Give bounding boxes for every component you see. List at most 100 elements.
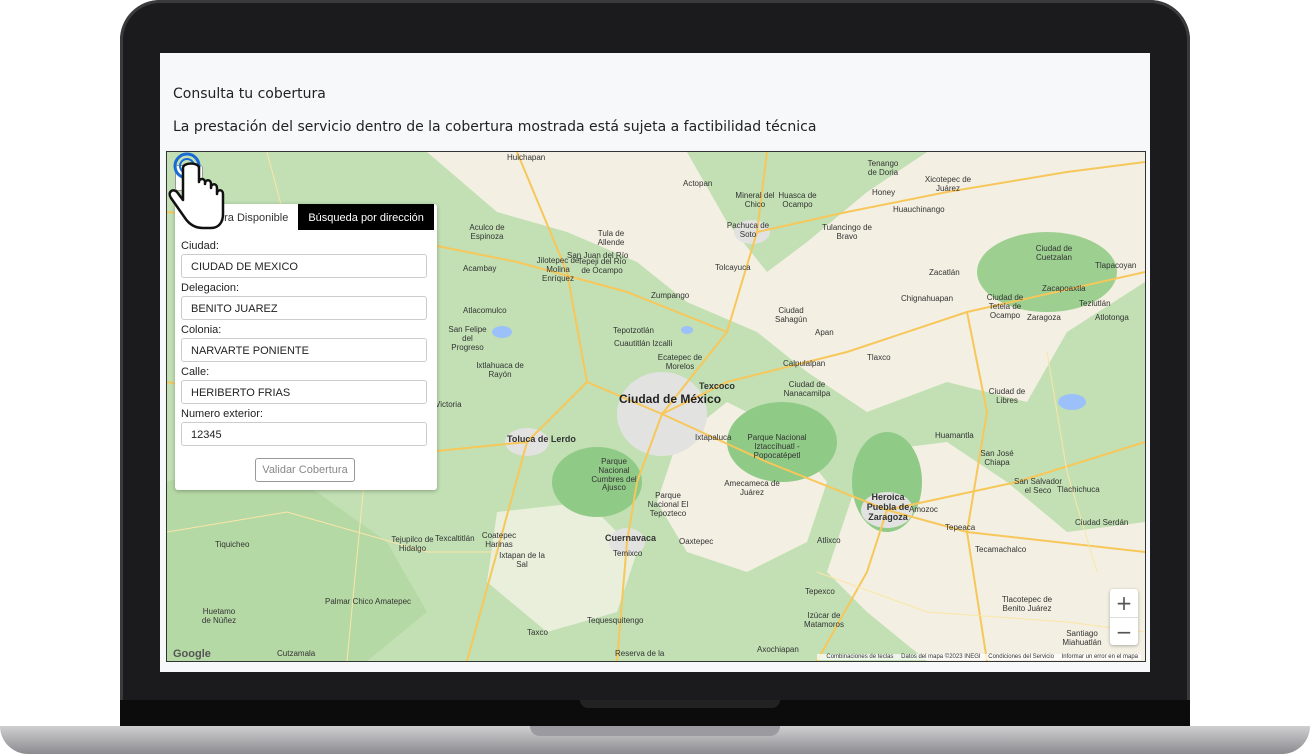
- map-label-amecameca: Amecameca de Juárez: [724, 479, 780, 497]
- calle-label: Calle:: [181, 366, 210, 378]
- map-label-chignahuapan: Chignahuapan: [901, 294, 954, 303]
- map-label-amozoc: Amozoc: [909, 505, 938, 514]
- validar-cobertura-button[interactable]: Validar Cobertura: [255, 458, 355, 482]
- map-label-temixco: Temixco: [613, 549, 643, 558]
- map-label-tiquicheo: Tiquicheo: [215, 540, 250, 549]
- map-label-tula: Tula de Allende: [597, 229, 625, 247]
- map-label-ciudad-serdan: Ciudad Serdán: [1075, 518, 1129, 527]
- map-label-cumbres: Parque Nacional Cumbres del Ajusco: [591, 457, 637, 493]
- map-label-tlaxco: Tlaxco: [867, 353, 891, 362]
- map-label-texcoco: Texcoco: [699, 381, 735, 391]
- map-label-calpulalpan: Calpulalpan: [783, 359, 826, 368]
- map-label-ixtlahuaca: Ixtlahuaca de Rayón: [476, 361, 524, 379]
- report-error-link[interactable]: Informar un error en el mapa: [1062, 654, 1138, 660]
- map-label-tequesquitengo: Tequesquitengo: [587, 616, 644, 625]
- map-label-huauchinango: Huauchinango: [893, 205, 945, 214]
- map-label-nanacamilpa: Ciudad de Nanacamilpa: [783, 380, 831, 398]
- map-label-zacapoaxtla: Zacapoaxtla: [1042, 284, 1086, 293]
- map-label-tlapacoyan: Tlapacoyan: [1095, 261, 1137, 270]
- map-label-axochiapan: Axochiapan: [757, 645, 799, 654]
- map-data-text: Datos del mapa ©2023 INEGI: [901, 654, 981, 660]
- colonia-field[interactable]: NARVARTE PONIENTE: [181, 338, 427, 362]
- map-label-tepozteco: Parque Nacional El Tepozteco: [647, 491, 689, 518]
- map-label-huamantla: Huamantla: [935, 431, 974, 440]
- tab-busqueda-direccion[interactable]: Búsqueda por dirección: [298, 204, 434, 230]
- screen: Consulta tu cobertura La prestación del …: [160, 53, 1150, 672]
- map-label-tecamachalco: Tecamachalco: [975, 545, 1027, 554]
- map-label-teziutlan: Teziutlán: [1079, 299, 1111, 308]
- map-label-tequisquiapan: San Juan del Río: [567, 251, 629, 260]
- map-label-amatepec: Amatepec: [375, 597, 412, 606]
- map-label-aculco: Aculco de Espinoza: [469, 223, 505, 241]
- map-label-san-jose: San José Chiapa: [980, 449, 1014, 467]
- map-label-tepexco: Tepexco: [805, 587, 835, 596]
- map-label-xicotepec: Xicotepec de Juárez: [924, 175, 972, 193]
- map-label-tlachichuca: Tlachichuca: [1057, 485, 1100, 494]
- map-label-ecatepec: Ecatepec de Morelos: [657, 353, 703, 371]
- map-label-cuetzalan: Ciudad de Cuetzalan: [1035, 244, 1073, 262]
- numero-exterior-label: Numero exterior:: [181, 408, 263, 420]
- map-label-tepotzotlan: Tepotzotlán: [613, 326, 654, 335]
- map-label-tenango: Tenango de Doria: [867, 159, 899, 177]
- laptop-notch: [580, 700, 780, 708]
- zoom-out-button[interactable]: −: [1110, 618, 1138, 646]
- delegacion-label: Delegacion:: [181, 282, 240, 294]
- map-label-atlacomulco: Atlacomulco: [463, 306, 507, 315]
- map-label-actopan: Actopan: [683, 179, 713, 188]
- map-label-apan: Apan: [815, 328, 834, 337]
- coverage-panel: Cobertura Disponible Búsqueda por direcc…: [175, 204, 437, 490]
- map-attribution: Combinaciones de teclas Datos del mapa ©…: [817, 654, 1141, 660]
- map-label-jilotepec: Jilotepec de Molina Enríquez: [536, 256, 580, 283]
- map-label-tetela: Ciudad de Tetela de Ocampo: [986, 293, 1024, 320]
- map-label-sahagun: Ciudad Sahagún: [774, 306, 808, 324]
- map-label-reserva: Reserva de la: [615, 649, 665, 658]
- map-label-puebla: Heroica Puebla de Zaragoza: [866, 492, 910, 522]
- map-label-tejupilco: Tejupilco de Hidalgo: [391, 535, 434, 553]
- terms-link[interactable]: Condiciones del Servicio: [988, 654, 1054, 660]
- map-label-ixtapan: Ixtapan de la Sal: [499, 551, 545, 569]
- map-label-izucar: Izúcar de Matamoros: [803, 611, 844, 629]
- map-label-santiago: Santiago Miahuatlán: [1062, 629, 1102, 647]
- map-label-victoria: Victoria: [435, 400, 462, 409]
- map-label-mineral: Mineral del Chico: [735, 191, 775, 209]
- google-logo[interactable]: Google: [173, 648, 211, 660]
- zoom-control: + −: [1110, 589, 1138, 645]
- map-label-atlotonga: Atlotonga: [1095, 313, 1129, 322]
- pointer-hand-icon: [168, 152, 225, 230]
- ciudad-label: Ciudad:: [181, 240, 219, 252]
- map-label-huasca: Huasca de Ocampo: [778, 191, 817, 209]
- map-label-zumpango: Zumpango: [651, 291, 690, 300]
- map-label-huetamo: Huetamo de Núñez: [201, 607, 237, 625]
- map-label-san-felipe: San Felipe del Progreso: [448, 325, 487, 352]
- map-label-taxco: Taxco: [527, 628, 548, 637]
- map-label-honey: Honey: [872, 188, 896, 197]
- zoom-in-button[interactable]: +: [1110, 589, 1138, 618]
- map-label-tlacotepec: Tlacotepec de Benito Juárez: [1001, 595, 1053, 613]
- delegacion-field[interactable]: BENITO JUAREZ: [181, 296, 427, 320]
- map-label-acambay: Acambay: [463, 264, 497, 273]
- colonia-label: Colonia:: [181, 324, 222, 336]
- map-label-cutzamala: Cutzamala: [277, 649, 316, 658]
- map-label-oaxtepec: Oaxtepec: [679, 537, 714, 546]
- map-label-palmar: Palmar Chico: [325, 597, 374, 606]
- keyboard-shortcuts-link[interactable]: Combinaciones de teclas: [826, 654, 893, 660]
- map-label-huichapan: Huichapan: [507, 153, 546, 162]
- map-label-izcalli: Cuautitlán Izcalli: [614, 339, 673, 348]
- map-label-zaragoza: Zaragoza: [1027, 313, 1061, 322]
- map-label-tulancingo: Tulancingo de Bravo: [822, 223, 872, 241]
- map-label-coatepec: Coatepec Harinas: [481, 531, 517, 549]
- map-label-pachuca: Pachuca de Soto: [726, 221, 770, 239]
- page-subtitle: La prestación del servicio dentro de la …: [173, 119, 817, 135]
- calle-field[interactable]: HERIBERTO FRIAS: [181, 380, 427, 404]
- map-label-toluca: Toluca de Lerdo: [507, 434, 576, 444]
- map-label-san-salvador: San Salvador el Seco: [1013, 477, 1063, 495]
- coverage-map[interactable]: Ciudad de México Toluca de Lerdo Cuernav…: [166, 151, 1146, 662]
- map-label-cdmx: Ciudad de México: [619, 392, 722, 406]
- map-label-iztaccihuatl: Parque Nacional Iztaccíhuatl - Popocatép…: [747, 433, 807, 460]
- ciudad-field[interactable]: CIUDAD DE MEXICO: [181, 254, 427, 278]
- map-label-atlixco: Atlixco: [817, 536, 841, 545]
- numero-exterior-field[interactable]: 12345: [181, 422, 427, 446]
- laptop-base-notch: [530, 726, 780, 736]
- map-label-cuernavaca: Cuernavaca: [605, 533, 657, 543]
- map-label-zacatlan: Zacatlán: [929, 268, 960, 277]
